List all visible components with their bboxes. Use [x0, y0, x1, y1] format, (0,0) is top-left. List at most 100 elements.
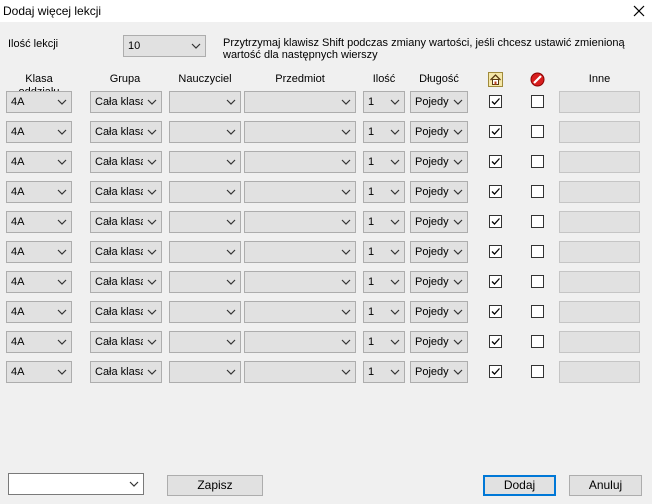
klasa-select[interactable]: 4A	[6, 121, 72, 143]
dlugosc-select[interactable]: Pojedyncza	[410, 181, 468, 203]
blocked-checkbox[interactable]	[531, 155, 544, 168]
klasa-select[interactable]: 4A	[6, 361, 72, 383]
dlugosc-select[interactable]: Pojedyncza	[410, 301, 468, 323]
przedmiot-select[interactable]	[244, 91, 356, 113]
blocked-checkbox[interactable]	[531, 305, 544, 318]
nauczyciel-select[interactable]	[169, 361, 241, 383]
dlugosc-select[interactable]: Pojedyncza	[410, 211, 468, 233]
przedmiot-select[interactable]	[244, 151, 356, 173]
lesson-count-select[interactable]: 10	[123, 35, 206, 57]
klasa-select[interactable]: 4A	[6, 301, 72, 323]
home-checkbox[interactable]	[489, 215, 502, 228]
dlugosc-select[interactable]: Pojedyncza	[410, 361, 468, 383]
klasa-select[interactable]: 4A	[6, 331, 72, 353]
inne-input[interactable]	[559, 121, 640, 143]
grupa-select[interactable]: Cała klasa	[90, 181, 162, 203]
dlugosc-select[interactable]: Pojedyncza	[410, 91, 468, 113]
home-checkbox[interactable]	[489, 125, 502, 138]
close-button[interactable]	[626, 0, 652, 22]
chevron-down-icon	[147, 129, 157, 135]
home-checkbox[interactable]	[489, 245, 502, 258]
dlugosc-select[interactable]: Pojedyncza	[410, 121, 468, 143]
dlugosc-select[interactable]: Pojedyncza	[410, 151, 468, 173]
inne-input[interactable]	[559, 91, 640, 113]
blocked-checkbox[interactable]	[531, 365, 544, 378]
przedmiot-select[interactable]	[244, 301, 356, 323]
home-checkbox[interactable]	[489, 185, 502, 198]
przedmiot-select[interactable]	[244, 241, 356, 263]
nauczyciel-select[interactable]	[169, 151, 241, 173]
inne-input[interactable]	[559, 181, 640, 203]
klasa-select[interactable]: 4A	[6, 91, 72, 113]
ilosc-select[interactable]: 1	[363, 211, 405, 233]
home-checkbox[interactable]	[489, 155, 502, 168]
klasa-select[interactable]: 4A	[6, 271, 72, 293]
blocked-checkbox[interactable]	[531, 95, 544, 108]
ilosc-select[interactable]: 1	[363, 121, 405, 143]
inne-input[interactable]	[559, 211, 640, 233]
home-checkbox[interactable]	[489, 305, 502, 318]
nauczyciel-select[interactable]	[169, 181, 241, 203]
nauczyciel-select[interactable]	[169, 91, 241, 113]
grupa-select[interactable]: Cała klasa	[90, 301, 162, 323]
przedmiot-select[interactable]	[244, 121, 356, 143]
nauczyciel-select[interactable]	[169, 331, 241, 353]
klasa-select[interactable]: 4A	[6, 151, 72, 173]
home-checkbox[interactable]	[489, 275, 502, 288]
grupa-select[interactable]: Cała klasa	[90, 91, 162, 113]
przedmiot-select[interactable]	[244, 331, 356, 353]
ilosc-select[interactable]: 1	[363, 331, 405, 353]
dlugosc-select[interactable]: Pojedyncza	[410, 271, 468, 293]
grupa-select[interactable]: Cała klasa	[90, 121, 162, 143]
inne-input[interactable]	[559, 361, 640, 383]
home-checkbox[interactable]	[489, 335, 502, 348]
inne-input[interactable]	[559, 301, 640, 323]
przedmiot-select[interactable]	[244, 181, 356, 203]
blocked-checkbox[interactable]	[531, 245, 544, 258]
dlugosc-select[interactable]: Pojedyncza	[410, 241, 468, 263]
inne-input[interactable]	[559, 151, 640, 173]
klasa-select[interactable]: 4A	[6, 241, 72, 263]
przedmiot-select[interactable]	[244, 211, 356, 233]
blocked-checkbox[interactable]	[531, 215, 544, 228]
blocked-checkbox[interactable]	[531, 125, 544, 138]
ilosc-select[interactable]: 1	[363, 91, 405, 113]
cancel-button[interactable]: Anuluj	[569, 475, 642, 496]
ilosc-select[interactable]: 1	[363, 151, 405, 173]
home-checkbox[interactable]	[489, 95, 502, 108]
add-button[interactable]: Dodaj	[483, 475, 556, 496]
home-checkbox[interactable]	[489, 365, 502, 378]
ilosc-select[interactable]: 1	[363, 301, 405, 323]
ilosc-select[interactable]: 1	[363, 361, 405, 383]
nauczyciel-select[interactable]	[169, 241, 241, 263]
blocked-checkbox[interactable]	[531, 275, 544, 288]
dlugosc-select[interactable]: Pojedyncza	[410, 331, 468, 353]
grupa-select[interactable]: Cała klasa	[90, 211, 162, 233]
grupa-select[interactable]: Cała klasa	[90, 331, 162, 353]
inne-input[interactable]	[559, 271, 640, 293]
grupa-select[interactable]: Cała klasa	[90, 151, 162, 173]
preset-select[interactable]	[8, 473, 144, 495]
chevron-down-icon	[390, 129, 400, 135]
przedmiot-select[interactable]	[244, 271, 356, 293]
przedmiot-select[interactable]	[244, 361, 356, 383]
nauczyciel-select[interactable]	[169, 301, 241, 323]
chevron-down-icon	[226, 369, 236, 375]
ilosc-select[interactable]: 1	[363, 271, 405, 293]
nauczyciel-select[interactable]	[169, 211, 241, 233]
nauczyciel-select[interactable]	[169, 121, 241, 143]
save-button[interactable]: Zapisz	[167, 475, 263, 496]
grupa-select[interactable]: Cała klasa	[90, 271, 162, 293]
klasa-select[interactable]: 4A	[6, 181, 72, 203]
ilosc-select[interactable]: 1	[363, 181, 405, 203]
ilosc-select[interactable]: 1	[363, 241, 405, 263]
inne-input[interactable]	[559, 241, 640, 263]
grupa-select[interactable]: Cała klasa	[90, 361, 162, 383]
blocked-checkbox[interactable]	[531, 335, 544, 348]
nauczyciel-select[interactable]	[169, 271, 241, 293]
blocked-checkbox[interactable]	[531, 185, 544, 198]
grupa-select[interactable]: Cała klasa	[90, 241, 162, 263]
klasa-select[interactable]: 4A	[6, 211, 72, 233]
inne-input[interactable]	[559, 331, 640, 353]
chevron-down-icon	[453, 339, 463, 345]
